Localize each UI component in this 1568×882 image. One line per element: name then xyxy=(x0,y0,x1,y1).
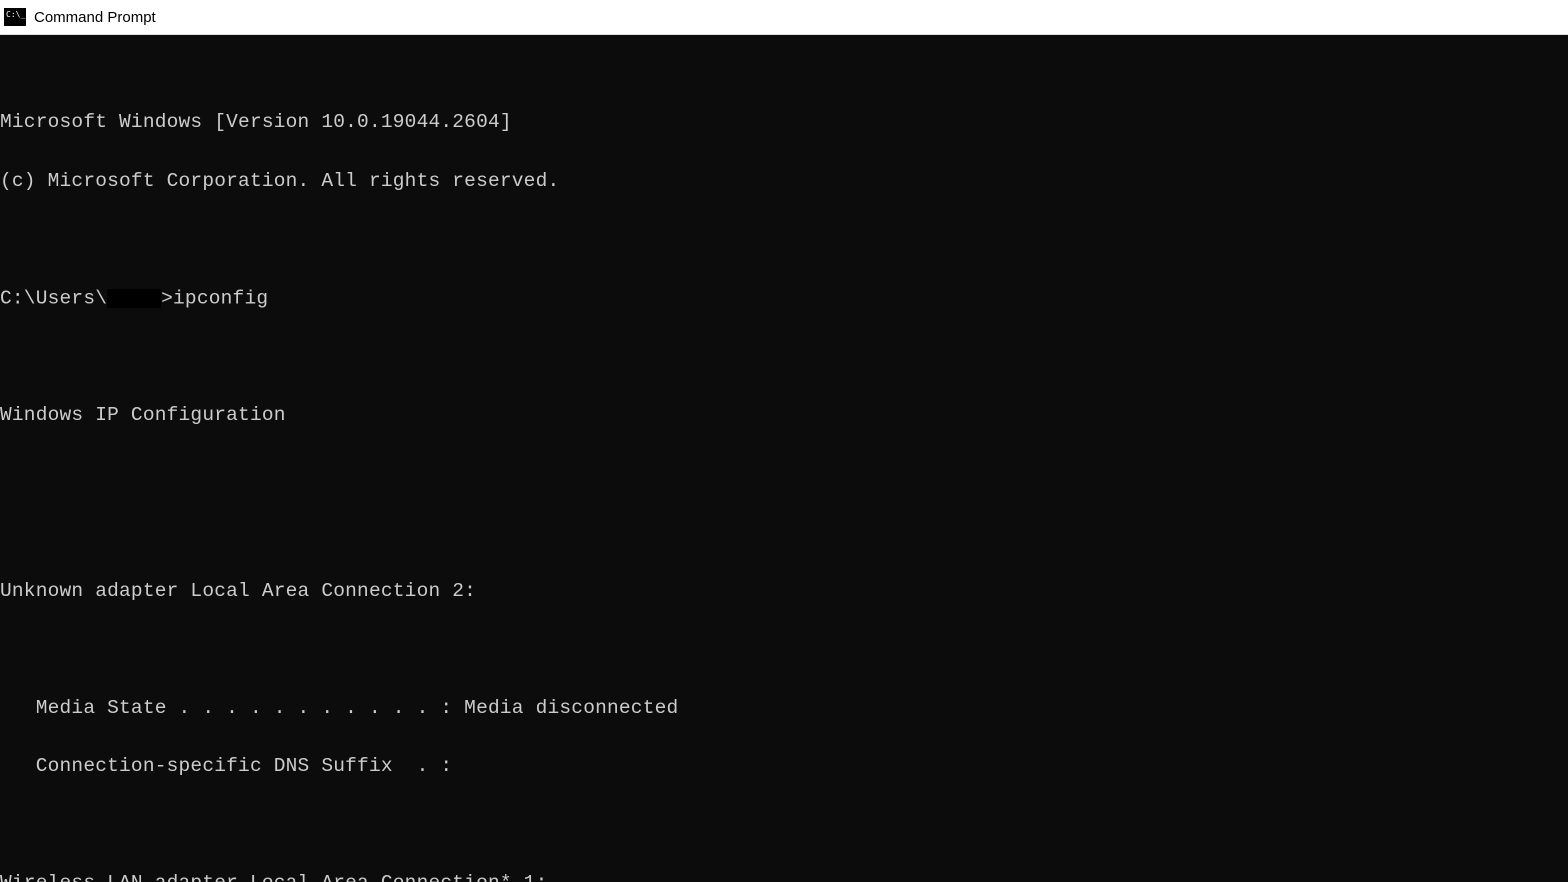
window-title: Command Prompt xyxy=(34,9,156,26)
blank-line xyxy=(0,640,1568,660)
copyright-line: (c) Microsoft Corporation. All rights re… xyxy=(0,172,1568,192)
cmd-icon xyxy=(4,8,26,26)
blank-line xyxy=(0,523,1568,543)
command-text: >ipconfig xyxy=(161,287,268,309)
redacted-username xyxy=(107,289,161,308)
adapter-header: Unknown adapter Local Area Connection 2: xyxy=(0,582,1568,602)
prompt-path: C:\Users\ xyxy=(0,287,107,309)
blank-line xyxy=(0,230,1568,250)
blank-line xyxy=(0,465,1568,485)
ipconfig-title: Windows IP Configuration xyxy=(0,406,1568,426)
prompt-line: C:\Users\ >ipconfig xyxy=(0,289,1568,309)
terminal-area[interactable]: Microsoft Windows [Version 10.0.19044.26… xyxy=(0,35,1568,882)
adapter-header: Wireless LAN adapter Local Area Connecti… xyxy=(0,874,1568,882)
blank-line xyxy=(0,816,1568,836)
blank-line xyxy=(0,348,1568,368)
version-line: Microsoft Windows [Version 10.0.19044.26… xyxy=(0,113,1568,133)
dns-suffix-line: Connection-specific DNS Suffix . : xyxy=(0,757,1568,777)
media-state-line: Media State . . . . . . . . . . . : Medi… xyxy=(0,699,1568,719)
window-titlebar[interactable]: Command Prompt xyxy=(0,0,1568,35)
